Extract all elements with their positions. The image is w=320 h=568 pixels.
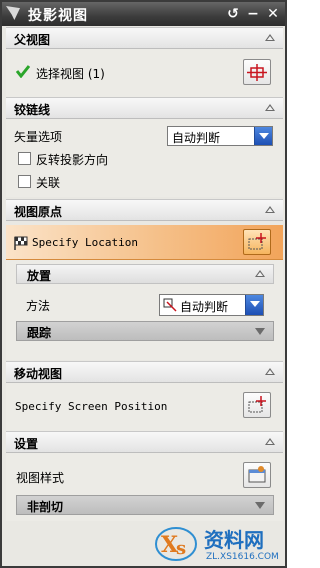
title-bar: 投影视图 ↺ − ✕ xyxy=(2,2,285,26)
method-value: 自动判断 xyxy=(180,300,229,314)
svg-text:s: s xyxy=(176,538,186,559)
watermark-logo-icon: X s xyxy=(155,527,197,561)
parent-view-body: 选择视图 (1) xyxy=(6,49,283,97)
watermark-url: ZL.XS1616.COM xyxy=(206,552,279,562)
close-icon[interactable]: ✕ xyxy=(265,6,281,22)
method-label: 方法 xyxy=(26,299,51,313)
reverse-direction-label: 反转投影方向 xyxy=(36,153,109,167)
projected-view-dialog: 投影视图 ↺ − ✕ 父视图 选择视图 (1) 铰链线 矢量选项 自动判断 反转… xyxy=(0,0,287,568)
checkered-flag-icon xyxy=(14,236,28,250)
associative-label: 关联 xyxy=(36,176,61,190)
section-label: 铰链线 xyxy=(14,103,51,117)
section-label: 移动视图 xyxy=(14,367,63,381)
section-move-view[interactable]: 移动视图 xyxy=(6,361,283,383)
vector-option-value: 自动判断 xyxy=(172,131,221,145)
view-style-button[interactable] xyxy=(243,462,271,488)
section-view-origin[interactable]: 视图原点 xyxy=(6,199,283,221)
expand-icon[interactable] xyxy=(255,328,265,335)
minimize-icon[interactable]: − xyxy=(245,6,261,22)
specify-screen-position-label: Specify Screen Position xyxy=(15,400,168,413)
vector-option-select[interactable]: 自动判断 xyxy=(167,126,273,146)
select-view-label: 选择视图 (1) xyxy=(36,67,105,81)
specify-location-label: Specify Location xyxy=(32,236,138,249)
settings-body: 视图样式 非剖切 xyxy=(6,453,283,521)
subsection-label: 跟踪 xyxy=(27,326,52,340)
section-label: 视图原点 xyxy=(14,205,63,219)
app-logo-icon xyxy=(6,6,20,20)
vector-option-label: 矢量选项 xyxy=(14,130,63,144)
collapse-icon[interactable] xyxy=(265,206,275,213)
reset-icon[interactable]: ↺ xyxy=(225,6,241,22)
inferred-point-icon xyxy=(163,298,177,312)
collapse-icon[interactable] xyxy=(265,34,275,41)
view-style-label: 视图样式 xyxy=(16,471,65,485)
collapse-icon[interactable] xyxy=(265,438,275,445)
site-watermark: X s 资料网 ZL.XS1616.COM xyxy=(152,522,285,568)
dialog-title: 投影视图 xyxy=(28,8,88,24)
specify-location-button[interactable] xyxy=(243,229,271,255)
method-select[interactable]: 自动判断 xyxy=(159,294,264,316)
specify-screen-position-button[interactable] xyxy=(243,392,271,418)
chevron-down-icon[interactable] xyxy=(254,127,272,145)
subsection-track[interactable]: 跟踪 xyxy=(16,321,274,341)
select-view-button[interactable] xyxy=(243,59,271,85)
section-parent-view[interactable]: 父视图 xyxy=(6,27,283,49)
screen-position-icon xyxy=(248,396,266,413)
chevron-down-icon[interactable] xyxy=(255,502,265,509)
section-label: 父视图 xyxy=(14,33,51,47)
settings-dialog-icon xyxy=(248,466,266,483)
view-select-icon xyxy=(247,64,267,81)
section-settings[interactable]: 设置 xyxy=(6,431,283,453)
subsection-placement[interactable]: 放置 xyxy=(16,264,274,284)
chevron-down-icon[interactable] xyxy=(245,295,263,315)
subsection-label: 放置 xyxy=(27,269,52,283)
point-select-icon xyxy=(248,233,266,250)
watermark-brand: 资料网 xyxy=(204,528,264,552)
collapse-icon[interactable] xyxy=(265,104,275,111)
section-style-select[interactable]: 非剖切 xyxy=(16,495,274,515)
collapse-icon[interactable] xyxy=(265,368,275,375)
collapse-icon[interactable] xyxy=(255,270,265,277)
hinge-line-body: 矢量选项 自动判断 反转投影方向 关联 xyxy=(6,119,283,197)
specify-location-row[interactable]: Specify Location xyxy=(6,225,283,260)
checkmark-icon xyxy=(16,65,30,78)
associative-checkbox[interactable] xyxy=(18,175,31,188)
section-style-value: 非剖切 xyxy=(27,500,64,514)
section-label: 设置 xyxy=(14,437,39,451)
reverse-direction-checkbox[interactable] xyxy=(18,152,31,165)
section-hinge-line[interactable]: 铰链线 xyxy=(6,97,283,119)
move-view-body: Specify Screen Position xyxy=(6,383,283,431)
